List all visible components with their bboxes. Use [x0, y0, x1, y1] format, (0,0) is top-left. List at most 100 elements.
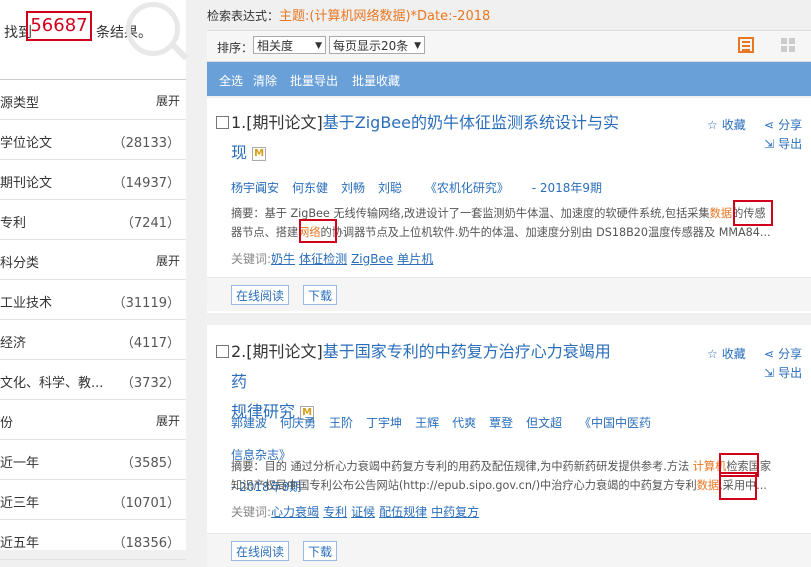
- dropdown-arrow-icon: ▼: [315, 41, 322, 51]
- facet-item[interactable]: 工业技术 （31119）: [0, 280, 186, 320]
- left-panel: 找到 56687 条结果。 源类型 展开 学位论文 （28133） 期刊论文 （149…: [0, 0, 186, 560]
- facet-head-label: 份: [0, 416, 14, 431]
- keyword-link[interactable]: 心力衰竭: [271, 505, 319, 519]
- collect-button[interactable]: ☆ 收藏: [707, 116, 746, 133]
- facet-item-label[interactable]: 经济: [0, 332, 26, 351]
- source-link[interactable]: 《农机化研究》: [425, 181, 509, 195]
- facet-item[interactable]: 近三年 （10701）: [0, 480, 186, 520]
- highlight-term: 数据: [696, 479, 720, 492]
- expand-link[interactable]: 展开: [156, 92, 180, 109]
- collect-label: 收藏: [721, 118, 746, 132]
- facet-item-label[interactable]: 近一年: [0, 452, 39, 471]
- list-view-icon[interactable]: [738, 37, 754, 53]
- facet-item-count: （10701）: [112, 496, 180, 511]
- keyword-link[interactable]: 单片机: [397, 252, 433, 266]
- facet-item-count: （18356）: [112, 536, 180, 551]
- facet-item[interactable]: 期刊论文 （14937）: [0, 160, 186, 200]
- facet-item-label[interactable]: 学位论文: [0, 132, 52, 151]
- page-size-value: 每页显示20条: [333, 39, 409, 53]
- expand-link[interactable]: 展开: [156, 252, 180, 269]
- facet-item-label[interactable]: 近三年: [0, 492, 39, 511]
- read-online-button[interactable]: 在线阅读: [231, 285, 290, 305]
- keyword-link[interactable]: 专利: [323, 505, 347, 519]
- author-link[interactable]: 杨宇阗安: [231, 181, 279, 195]
- share-button[interactable]: ⋖ 分享: [764, 345, 802, 362]
- result-title[interactable]: 1.[期刊论文]基于ZigBee的奶牛体征监测系统设计与实 现 M: [231, 108, 621, 168]
- abstract-text: 的协调器节点及上位机软件.奶牛的体温、加速度分别由 DS18B20温度传感器及 …: [320, 226, 771, 239]
- result-checkbox[interactable]: [216, 345, 229, 358]
- download-button[interactable]: 下载: [303, 541, 338, 561]
- facet-item-label[interactable]: 文化、科学、教...: [0, 372, 103, 391]
- facet-item[interactable]: 近一年 （3585）: [0, 440, 186, 480]
- keyword-link[interactable]: 体征检测: [299, 252, 347, 266]
- result-item: 2.[期刊论文]基于国家专利的中药复方治疗心力衰竭用药 规律研究 M ☆ 收藏 ⋖…: [207, 325, 811, 567]
- keyword-link[interactable]: 证候: [351, 505, 375, 519]
- author-link[interactable]: 刘畅: [341, 181, 365, 195]
- sort-label: 排序：: [217, 41, 254, 55]
- author-link[interactable]: 丁宇坤: [366, 416, 402, 430]
- result-index: 1.: [231, 113, 247, 132]
- facet-item[interactable]: 近五年 （18356）: [0, 520, 186, 560]
- select-all-button[interactable]: 全选: [219, 72, 243, 89]
- page-size-select[interactable]: 每页显示20条 ▼: [329, 36, 425, 54]
- sort-select[interactable]: 相关度 ▼: [253, 36, 326, 54]
- result-type: [期刊论文]: [246, 342, 323, 361]
- result-title-link[interactable]: 基于ZigBee的奶牛体征监测系统设计与实: [323, 113, 619, 132]
- facet-item-label[interactable]: 工业技术: [0, 292, 52, 311]
- result-item: 1.[期刊论文]基于ZigBee的奶牛体征监测系统设计与实 现 M ☆ 收藏 ⋖ 分…: [207, 98, 811, 313]
- facet-list: 源类型 展开 学位论文 （28133） 期刊论文 （14937） 专利 （7241） 科…: [0, 79, 186, 560]
- sort-bar: 排序： 相关度 ▼ 每页显示20条 ▼: [207, 30, 811, 62]
- author-link[interactable]: 刘聪: [378, 181, 402, 195]
- author-link[interactable]: 王辉: [415, 416, 439, 430]
- author-link[interactable]: 王阶: [329, 416, 353, 430]
- author-link[interactable]: 郭建波: [231, 416, 267, 430]
- author-link[interactable]: 覃登: [489, 416, 513, 430]
- issue-date: - 2018年9期: [531, 181, 603, 195]
- abstract-text: 器节点、搭建: [231, 226, 299, 239]
- clear-button[interactable]: 清除: [253, 72, 277, 89]
- facet-item[interactable]: 专利 （7241）: [0, 200, 186, 240]
- share-button[interactable]: ⋖ 分享: [764, 116, 802, 133]
- search-expression: 检索表达式：主题:(计算机网络数据)*Date:-2018: [207, 5, 490, 24]
- result-title-link-cont[interactable]: 现: [231, 143, 247, 162]
- result-checkbox[interactable]: [216, 116, 229, 129]
- result-button-row: 在线阅读 下载: [207, 277, 811, 311]
- expand-link[interactable]: 展开: [156, 412, 180, 429]
- keyword-link[interactable]: 奶牛: [271, 252, 295, 266]
- author-link[interactable]: 代爽: [452, 416, 476, 430]
- keyword-link[interactable]: 中药复方: [431, 505, 479, 519]
- author-link[interactable]: 但文超: [526, 416, 562, 430]
- result-type: [期刊论文]: [246, 113, 323, 132]
- facet-item-label[interactable]: 专利: [0, 212, 26, 231]
- facet-item-count: （28133）: [112, 136, 180, 151]
- keywords-label: 关键词:: [231, 252, 272, 266]
- sort-select-value: 相关度: [257, 39, 294, 53]
- facet-item-count: （14937）: [112, 176, 180, 191]
- share-icon: ⋖: [764, 347, 775, 361]
- facet-item-label[interactable]: 期刊论文: [0, 172, 52, 191]
- facet-item-count: （31119）: [112, 296, 180, 311]
- highlight-box: [719, 472, 757, 500]
- read-online-button[interactable]: 在线阅读: [231, 541, 290, 561]
- export-button[interactable]: ⇲ 导出: [764, 135, 802, 152]
- highlight-term: 数据: [709, 207, 733, 220]
- export-button[interactable]: ⇲ 导出: [764, 364, 802, 381]
- collect-button[interactable]: ☆ 收藏: [707, 345, 746, 362]
- batch-collect-button[interactable]: 批量收藏: [352, 72, 400, 89]
- facet-item[interactable]: 学位论文 （28133）: [0, 120, 186, 160]
- facet-item[interactable]: 文化、科学、教... （3732）: [0, 360, 186, 400]
- grid-view-icon[interactable]: [780, 37, 796, 53]
- expression-label: 检索表达式：: [207, 9, 280, 23]
- facet-item[interactable]: 经济 （4117）: [0, 320, 186, 360]
- keyword-link[interactable]: ZigBee: [351, 252, 393, 266]
- author-link[interactable]: 何东健: [292, 181, 328, 195]
- m-icon[interactable]: M: [252, 146, 267, 161]
- batch-export-button[interactable]: 批量导出: [290, 72, 338, 89]
- export-label: 导出: [778, 366, 803, 380]
- keywords-label: 关键词:: [231, 505, 272, 519]
- keyword-link[interactable]: 配伍规律: [379, 505, 427, 519]
- abstract-text: 摘要：目的 通过分析心力衰竭中药复方专利的用药及配伍规律,为中药新药研发提供参考…: [231, 460, 693, 473]
- author-link[interactable]: 何庆勇: [280, 416, 316, 430]
- download-button[interactable]: 下载: [303, 285, 338, 305]
- facet-item-label[interactable]: 近五年: [0, 532, 39, 551]
